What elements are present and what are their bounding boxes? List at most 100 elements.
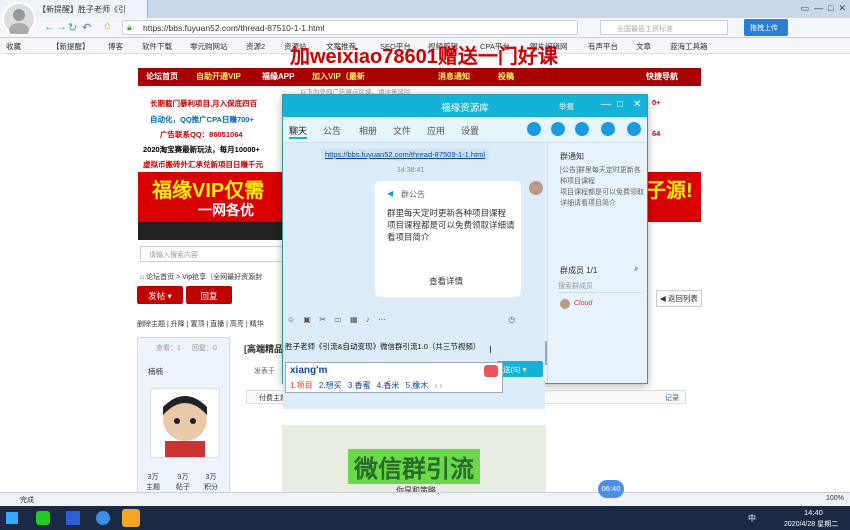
phone-icon[interactable] <box>527 122 541 136</box>
nav-vip[interactable]: 自助开通VIP <box>196 71 241 82</box>
ad-right-0[interactable]: 0+ <box>652 98 661 107</box>
more-tools-icon[interactable]: ⋯ <box>378 315 386 324</box>
clock-time[interactable]: 14:40 <box>804 508 823 517</box>
view-detail-link[interactable]: 查看详情 <box>429 275 463 287</box>
search-box[interactable]: 全国最低工资标准 <box>600 20 728 35</box>
maximize-button[interactable]: □ <box>828 3 833 13</box>
bell-icon[interactable]: ♪ <box>366 315 370 324</box>
tab-settings[interactable]: 设置 <box>461 124 479 137</box>
ime-candidate-4[interactable]: 5.橡木 <box>406 381 429 390</box>
word-icon[interactable] <box>66 511 80 525</box>
ime-candidate-1[interactable]: 2.想买 <box>319 381 342 390</box>
zoom-level[interactable]: 100% <box>826 495 844 502</box>
member-search-icon[interactable]: ⌕ <box>634 264 638 274</box>
undo-icon[interactable]: ↶ <box>82 21 91 34</box>
bookmark-12[interactable]: 有声平台 <box>588 41 618 52</box>
tool-4[interactable]: 高亮 <box>230 321 244 328</box>
app-icon[interactable] <box>122 509 140 527</box>
more-icon[interactable] <box>627 122 641 136</box>
restore-button[interactable]: — <box>814 3 823 13</box>
bookmark-2[interactable]: 博客 <box>108 41 123 52</box>
poster-avatar[interactable] <box>150 388 220 458</box>
reply-button[interactable]: 回复 <box>186 286 232 304</box>
record-link[interactable]: 记录 <box>665 393 679 403</box>
breadcrumb-1[interactable]: Vip抢享（全网最好资源封 <box>182 274 262 281</box>
member-name[interactable]: Cloud <box>574 300 592 307</box>
back-icon[interactable]: ← <box>44 21 55 33</box>
ime-candidate-0[interactable]: 1.项目 <box>290 381 313 390</box>
bookmark-1[interactable]: 【新提醒】 <box>52 41 90 52</box>
scissors-icon[interactable]: ✂ <box>319 315 326 324</box>
bookmark-5[interactable]: 资源2 <box>246 41 265 52</box>
refresh-icon[interactable]: ↻ <box>68 21 77 34</box>
qq-close-icon[interactable]: ✕ <box>633 99 641 110</box>
close-button[interactable]: ✕ <box>838 3 846 13</box>
ime-candidate-2[interactable]: 3.香蜜 <box>348 381 371 390</box>
member-avatar[interactable] <box>560 299 570 309</box>
ime-page-icon[interactable]: ‹ › <box>435 381 443 390</box>
minimize-button[interactable]: ▭ <box>800 3 809 13</box>
home-icon[interactable]: ⌂ <box>104 20 111 32</box>
image-icon[interactable]: ▦ <box>350 315 358 324</box>
tab-chat[interactable]: 聊天 <box>289 124 308 139</box>
ad-line-3[interactable]: 2020淘宝赛最新玩法，每月10000+ <box>143 144 260 155</box>
ad-line-2[interactable]: 广告联系QQ：86051064 <box>160 129 243 140</box>
tab-notice[interactable]: 公告 <box>323 124 341 137</box>
start-icon[interactable] <box>6 512 18 524</box>
ad-line-0[interactable]: 长期截门暴利项目,月入保底四百 <box>150 98 257 109</box>
wechat-icon[interactable] <box>36 511 50 525</box>
timer-badge[interactable]: 06:40 <box>598 480 624 498</box>
bookmark-3[interactable]: 软件下载 <box>142 41 172 52</box>
forward-icon[interactable]: → <box>56 21 67 33</box>
nav-join[interactable]: 加入VIP（最新 <box>312 71 365 82</box>
ime-candidate-3[interactable]: 4.香米 <box>377 381 400 390</box>
bookmark-13[interactable]: 文章 <box>636 41 651 52</box>
tool-3[interactable]: 直播 <box>210 321 224 328</box>
qq-maximize-icon[interactable]: □ <box>617 99 623 110</box>
poster-name[interactable]: 楠楠 <box>148 366 163 377</box>
tool-5[interactable]: 精华 <box>250 321 264 328</box>
screen-share-icon[interactable] <box>575 122 589 136</box>
bookmark-14[interactable]: 蓝海工具箱 <box>670 41 708 52</box>
sender-avatar[interactable] <box>529 181 543 195</box>
nav-home[interactable]: 论坛首页 <box>146 71 178 82</box>
tool-0[interactable]: 删除主题 <box>137 321 165 328</box>
report-link[interactable]: 举报 <box>559 101 574 112</box>
video-icon[interactable] <box>551 122 565 136</box>
tool-1[interactable]: 升降 <box>171 321 185 328</box>
clock-date[interactable]: 2020/4/28 星期二 <box>784 519 838 529</box>
nav-post[interactable]: 投稿 <box>498 71 514 82</box>
ad-line-1[interactable]: 自动化，QQ推广CPA日赚700+ <box>150 114 254 125</box>
ime-lang[interactable]: 中 <box>748 513 756 524</box>
history-icon[interactable]: ◷ <box>508 315 515 324</box>
chat-link[interactable]: https://bbs.fuyuan52.com/thread-87509-1-… <box>321 149 490 160</box>
breadcrumb-0[interactable]: 论坛首页 <box>146 274 174 281</box>
ad-right-1[interactable]: 64 <box>652 129 660 138</box>
nav-quick[interactable]: 快捷导航 <box>646 71 678 82</box>
user-avatar[interactable] <box>2 2 36 37</box>
tab-files[interactable]: 文件 <box>393 124 411 137</box>
tab-apps[interactable]: 应用 <box>427 124 445 137</box>
emoji-icon[interactable]: ☺ <box>287 315 295 324</box>
ad-line-4[interactable]: 虚拟币搬砖外汇承兑新项目日赚千元 <box>143 159 263 170</box>
nav-app[interactable]: 福缘APP <box>262 71 294 82</box>
bookmark-0[interactable]: 收藏 <box>6 41 21 52</box>
notice-bubble[interactable]: ◀ 群公告 群里每天定时更新各种项目课程 项目课程都是可以免费领取详细请看项目简… <box>375 181 521 297</box>
upload-button[interactable]: 拖拽上传 <box>744 19 788 36</box>
tool-2[interactable]: 置顶 <box>190 321 204 328</box>
back-list-button[interactable]: ◀ 返回列表 <box>656 290 702 307</box>
status-text: 完成 <box>20 497 34 504</box>
member-search-input[interactable]: 搜索群成员 <box>558 281 642 293</box>
url-field[interactable]: 🔒︎ https://bbs.fuyuan52.com/thread-87510… <box>122 20 578 35</box>
bookmark-4[interactable]: 零元购网站 <box>190 41 228 52</box>
invite-icon[interactable] <box>601 122 615 136</box>
qq-minimize-icon[interactable]: — <box>601 99 611 110</box>
nav-notice[interactable]: 消息通知 <box>438 71 470 82</box>
tab-album[interactable]: 相册 <box>359 124 377 137</box>
browser-icon[interactable] <box>96 511 110 525</box>
gif-icon[interactable]: ▣ <box>303 315 311 324</box>
post-button[interactable]: 发帖 ▾ <box>137 286 183 304</box>
send-button[interactable]: 送(S) ▾ <box>497 361 543 377</box>
folder-icon[interactable]: ▭ <box>334 315 342 324</box>
stat-2-label: 积分 <box>204 484 218 491</box>
